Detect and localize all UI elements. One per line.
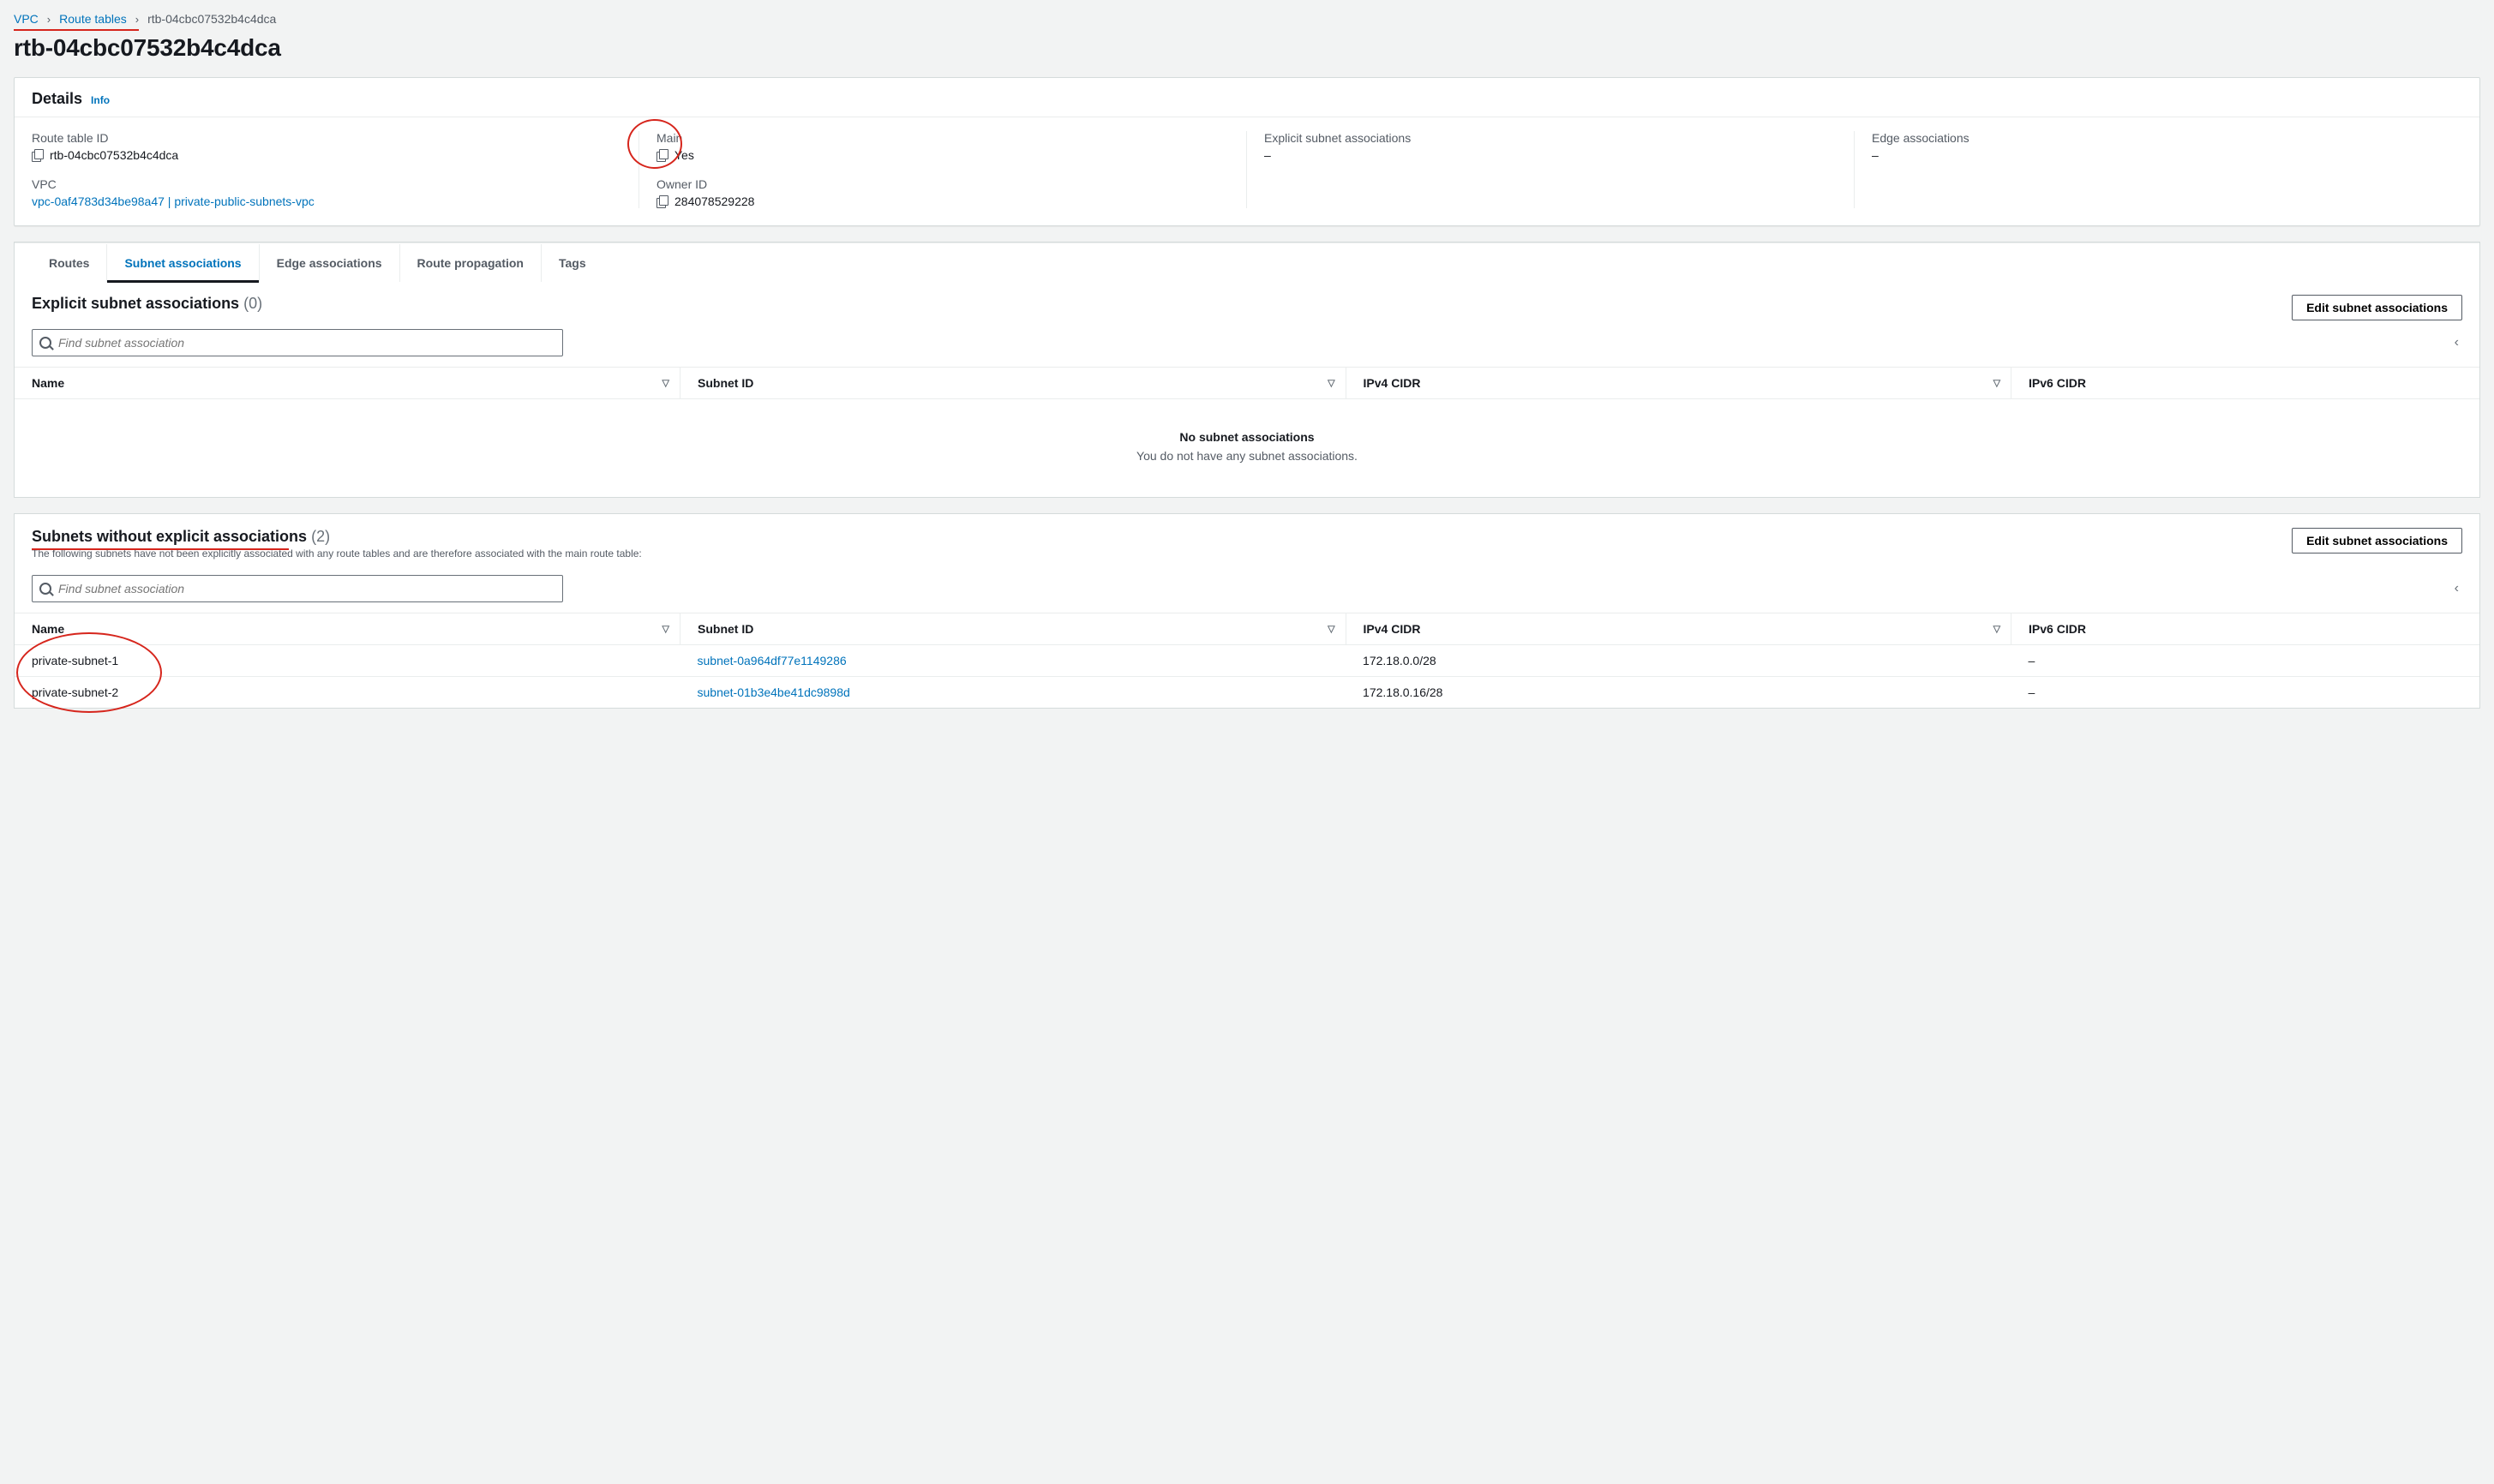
implicit-section: Subnets without explicit associations (2… [14, 513, 2480, 709]
explicit-search-box[interactable] [32, 329, 563, 356]
sort-icon: ▽ [1328, 624, 1334, 635]
implicit-search-input[interactable] [57, 581, 555, 596]
tab-tags[interactable]: Tags [542, 244, 603, 282]
col-ipv4[interactable]: IPv4 CIDR ▽ [1346, 368, 2011, 399]
cell-name: private-subnet-2 [15, 677, 680, 709]
table-row: private-subnet-1 subnet-0a964df77e1149286… [15, 645, 2479, 677]
details-heading: Details [32, 90, 82, 108]
edit-subnet-associations-button[interactable]: Edit subnet associations [2292, 295, 2462, 320]
sort-icon: ▽ [662, 624, 669, 635]
col-ipv6[interactable]: IPv6 CIDR [2011, 368, 2479, 399]
implicit-table: Name ▽ Subnet ID ▽ IPv4 CIDR ▽ IPv6 CIDR [15, 613, 2479, 708]
col-name[interactable]: Name ▽ [15, 613, 680, 645]
col-ipv4[interactable]: IPv4 CIDR ▽ [1346, 613, 2011, 645]
tab-edge-associations[interactable]: Edge associations [260, 244, 400, 282]
edit-subnet-associations-button-2[interactable]: Edit subnet associations [2292, 528, 2462, 554]
chevron-right-icon: › [47, 13, 51, 26]
details-panel: Details Info Route table ID rtb-04cbc075… [14, 77, 2480, 226]
search-icon [39, 337, 51, 349]
breadcrumb-link-vpc[interactable]: VPC [14, 12, 39, 26]
breadcrumb: VPC › Route tables › rtb-04cbc07532b4c4d… [14, 12, 2480, 26]
label-vpc: VPC [32, 177, 621, 191]
implicit-section-title: Subnets without explicit associations [32, 528, 307, 545]
label-route-table-id: Route table ID [32, 131, 621, 145]
value-explicit-assoc: – [1264, 148, 1837, 162]
col-subnet-id[interactable]: Subnet ID ▽ [680, 613, 1346, 645]
explicit-section-title: Explicit subnet associations [32, 295, 239, 312]
cell-ipv4: 172.18.0.0/28 [1346, 645, 2011, 677]
cell-ipv6: – [2011, 645, 2479, 677]
sort-icon: ▽ [662, 378, 669, 389]
sort-icon: ▽ [1993, 378, 2000, 389]
copy-icon[interactable] [656, 195, 669, 208]
cell-subnet-id-link[interactable]: subnet-0a964df77e1149286 [698, 654, 847, 667]
chevron-left-icon[interactable]: ‹ [2455, 581, 2462, 596]
empty-title: No subnet associations [32, 430, 2462, 444]
breadcrumb-current: rtb-04cbc07532b4c4dca [147, 12, 276, 26]
sort-icon: ▽ [1328, 378, 1334, 389]
implicit-section-count: (2) [311, 528, 330, 545]
empty-subtitle: You do not have any subnet associations. [32, 449, 2462, 463]
value-vpc-link[interactable]: vpc-0af4783d34be98a47 | private-public-s… [32, 194, 315, 208]
explicit-search-input[interactable] [57, 335, 555, 350]
label-edge-assoc: Edge associations [1872, 131, 2462, 145]
tabs: Routes Subnet associations Edge associat… [15, 242, 2479, 281]
explicit-empty-state: No subnet associations You do not have a… [32, 408, 2462, 488]
copy-icon[interactable] [656, 149, 669, 162]
col-name[interactable]: Name ▽ [15, 368, 680, 399]
label-owner-id: Owner ID [656, 177, 1229, 191]
cell-ipv6: – [2011, 677, 2479, 709]
table-row: private-subnet-2 subnet-01b3e4be41dc9898d… [15, 677, 2479, 709]
cell-ipv4: 172.18.0.16/28 [1346, 677, 2011, 709]
cell-subnet-id-link[interactable]: subnet-01b3e4be41dc9898d [698, 685, 850, 699]
tab-subnet-associations[interactable]: Subnet associations [107, 244, 259, 282]
implicit-section-desc: The following subnets have not been expl… [32, 548, 2292, 559]
col-subnet-id[interactable]: Subnet ID ▽ [680, 368, 1346, 399]
tab-route-propagation[interactable]: Route propagation [400, 244, 542, 282]
explicit-section-count: (0) [243, 295, 262, 312]
page-title: rtb-04cbc07532b4c4dca [14, 34, 2480, 62]
breadcrumb-link-route-tables[interactable]: Route tables [59, 12, 127, 26]
explicit-table: Name ▽ Subnet ID ▽ IPv4 CIDR ▽ IPv6 CIDR [15, 367, 2479, 497]
value-main: Yes [674, 148, 694, 162]
label-explicit-assoc: Explicit subnet associations [1264, 131, 1837, 145]
tabs-and-explicit-section: Routes Subnet associations Edge associat… [14, 242, 2480, 498]
copy-icon[interactable] [32, 149, 45, 162]
sort-icon: ▽ [1993, 624, 2000, 635]
chevron-left-icon[interactable]: ‹ [2455, 335, 2462, 350]
cell-name: private-subnet-1 [15, 645, 680, 677]
implicit-search-box[interactable] [32, 575, 563, 602]
value-route-table-id: rtb-04cbc07532b4c4dca [50, 148, 178, 162]
info-link[interactable]: Info [91, 94, 110, 106]
chevron-right-icon: › [135, 13, 139, 26]
value-edge-assoc: – [1872, 148, 2462, 162]
col-ipv6[interactable]: IPv6 CIDR [2011, 613, 2479, 645]
value-owner-id: 284078529228 [674, 194, 754, 208]
search-icon [39, 583, 51, 595]
tab-routes[interactable]: Routes [32, 244, 107, 282]
label-main: Main [656, 131, 1229, 145]
